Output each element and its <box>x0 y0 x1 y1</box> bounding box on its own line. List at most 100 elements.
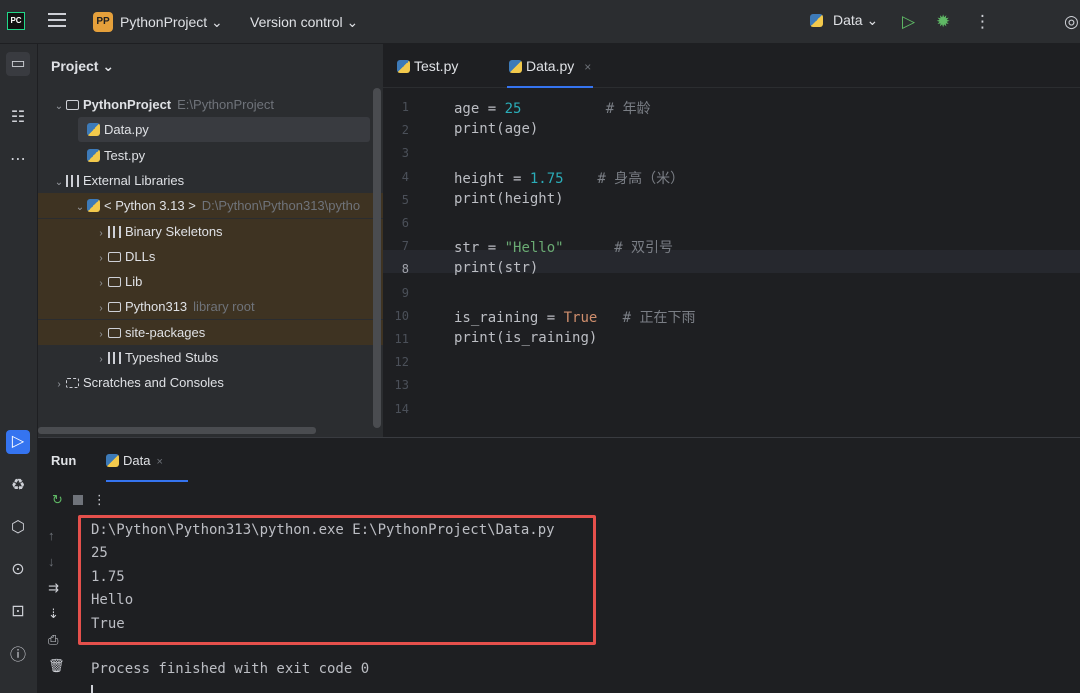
print-icon[interactable]: ⎙ <box>48 632 70 658</box>
debug-icon[interactable]: ✹ <box>936 12 950 32</box>
tree-item-label: Data.py <box>104 122 149 138</box>
run-tool-window: Run Data × ↻ ⋮ ↑ ↓ ⇉ ⇣ ⎙ 🗑 D:\Python\Pyth… <box>38 437 1080 693</box>
scroll-up-icon[interactable]: ↑ <box>48 528 70 554</box>
code-token: "Hello" <box>504 240 564 257</box>
chevron-right-icon[interactable]: › <box>94 296 108 321</box>
run-panel-title: Run <box>51 453 77 468</box>
python-console-icon[interactable]: ♻ <box>6 474 30 498</box>
code-token: print <box>454 330 497 346</box>
version-control-menu[interactable]: Version control ⌄ <box>250 14 358 31</box>
title-bar: PC PP PythonProject ⌄ Version control ⌄ … <box>0 0 1080 44</box>
line-number: 1 <box>401 100 409 114</box>
code-token: print <box>454 190 497 207</box>
code-line[interactable]: is_raining = True # 正在下雨 <box>454 307 695 327</box>
services-icon[interactable]: ⊙ <box>6 558 30 582</box>
tree-item[interactable]: ⌄ External Libraries <box>38 168 383 193</box>
tree-item[interactable]: › Lib <box>38 269 383 296</box>
chevron-right-icon[interactable]: › <box>94 322 108 347</box>
hamburger-icon[interactable] <box>48 13 66 29</box>
tree-item[interactable]: › Typeshed Stubs <box>38 345 383 370</box>
tree-item[interactable]: › DLLs <box>38 243 383 271</box>
close-tab-icon[interactable]: × <box>584 60 591 74</box>
code-line[interactable]: print(str) <box>454 260 538 276</box>
horizontal-scrollbar[interactable] <box>38 427 316 434</box>
soft-wrap-icon[interactable]: ⇉ <box>48 580 70 606</box>
run-tool-icon[interactable]: ▷ <box>6 430 30 454</box>
code-line[interactable]: print(is_raining) <box>454 330 597 346</box>
left-tool-strip: ▭ ☷ ⋯ ▷ ♻ ⬡ ⊙ ⊡ ⓘ <box>0 44 38 693</box>
code-token: 1.75 <box>529 170 564 187</box>
code-line[interactable]: print(age) <box>454 121 538 137</box>
code-token: (str) <box>496 260 539 277</box>
code-token: # 年龄 <box>605 101 651 117</box>
code-token: is_raining <box>454 309 539 326</box>
chevron-right-icon[interactable]: › <box>52 372 66 397</box>
tree-item[interactable]: › Scratches and Consoles <box>38 370 383 395</box>
tree-item[interactable]: Data.py <box>38 117 383 142</box>
project-tool-window: Project ⌄ ⌄ PythonProject E:\PythonProject… <box>38 44 383 437</box>
tree-item-label: Python313 <box>125 299 188 315</box>
output-highlight-box <box>78 515 596 645</box>
scroll-to-end-icon[interactable]: ⇣ <box>48 606 70 632</box>
line-number: 5 <box>401 192 409 207</box>
tree-item[interactable]: › Binary Skeletons <box>38 218 383 246</box>
python-icon <box>106 454 119 467</box>
stop-icon[interactable] <box>72 495 83 505</box>
vertical-scrollbar[interactable] <box>373 88 381 428</box>
project-panel-title[interactable]: Project ⌄ <box>51 58 114 75</box>
python-file-icon <box>87 123 100 137</box>
tree-item[interactable]: › site-packages <box>38 319 383 347</box>
code-line[interactable]: age = 25 # 年龄 <box>454 98 651 118</box>
chevron-down-icon[interactable]: ⌄ <box>52 170 66 195</box>
code-line[interactable]: print(height) <box>454 191 564 207</box>
close-run-tab-icon[interactable]: × <box>156 456 162 468</box>
tree-item[interactable]: › Python313 library root <box>38 294 383 321</box>
tree-item-label: Typeshed Stubs <box>125 350 219 365</box>
chevron-right-icon[interactable]: › <box>94 347 108 372</box>
structure-icon[interactable]: ☷ <box>6 106 30 130</box>
run-tab-data[interactable]: Data × <box>106 446 188 482</box>
chevron-right-icon[interactable]: › <box>94 221 108 246</box>
library-icon <box>66 174 79 187</box>
tab-data-py[interactable]: Data.py × <box>507 44 594 88</box>
line-number: 6 <box>401 216 409 230</box>
tree-item[interactable]: ⌄ PythonProject E:\PythonProject <box>38 92 383 117</box>
tree-item[interactable]: ⌄ < Python 3.13 > D:\Python\Python313\pyth… <box>38 193 383 220</box>
code-token: (height) <box>496 190 564 207</box>
project-badge[interactable]: PP <box>93 12 113 32</box>
chevron-right-icon[interactable]: › <box>94 271 108 296</box>
chevron-down-icon[interactable]: ⌄ <box>73 195 87 220</box>
terminal-icon[interactable]: ⊡ <box>6 600 30 624</box>
more-tools-icon[interactable]: ⋯ <box>6 148 30 172</box>
tree-item[interactable]: Test.py <box>38 143 383 168</box>
python-file-icon <box>397 60 410 73</box>
run-configuration-selector[interactable]: Data ⌄ <box>810 12 878 29</box>
run-icon[interactable]: ▷ <box>902 12 915 32</box>
code-token: str <box>454 240 480 257</box>
chevron-right-icon[interactable]: › <box>94 246 108 271</box>
code-line[interactable]: str = "Hello" # 双引号 <box>454 237 673 257</box>
tree-item-label: Test.py <box>104 147 146 163</box>
more-icon[interactable]: ⋮ <box>974 12 991 32</box>
python-packages-icon[interactable]: ⬡ <box>6 516 30 540</box>
more-icon[interactable]: ⋮ <box>93 492 106 508</box>
line-number: 12 <box>394 355 409 370</box>
line-number: 14 <box>394 401 409 416</box>
scroll-down-icon[interactable]: ↓ <box>48 554 70 580</box>
tab-test-py[interactable]: Test.py <box>397 44 458 88</box>
clear-all-icon[interactable]: 🗑 <box>48 658 70 684</box>
chevron-down-icon[interactable]: ⌄ <box>52 94 66 119</box>
folder-icon <box>108 327 121 338</box>
rerun-icon[interactable]: ↻ <box>52 492 63 508</box>
code-token: = <box>538 309 564 326</box>
copilot-icon[interactable]: ◎ <box>1064 12 1079 32</box>
project-switcher[interactable]: PythonProject ⌄ <box>120 14 223 31</box>
problems-icon[interactable]: ⓘ <box>6 644 30 668</box>
project-folder-icon[interactable]: ▭ <box>6 52 30 76</box>
tree-item-hint: library root <box>193 299 255 315</box>
code-line[interactable]: height = 1.75 # 身高（米） <box>454 168 684 188</box>
library-icon <box>108 352 121 364</box>
run-configuration-label: Data ⌄ <box>833 12 879 28</box>
